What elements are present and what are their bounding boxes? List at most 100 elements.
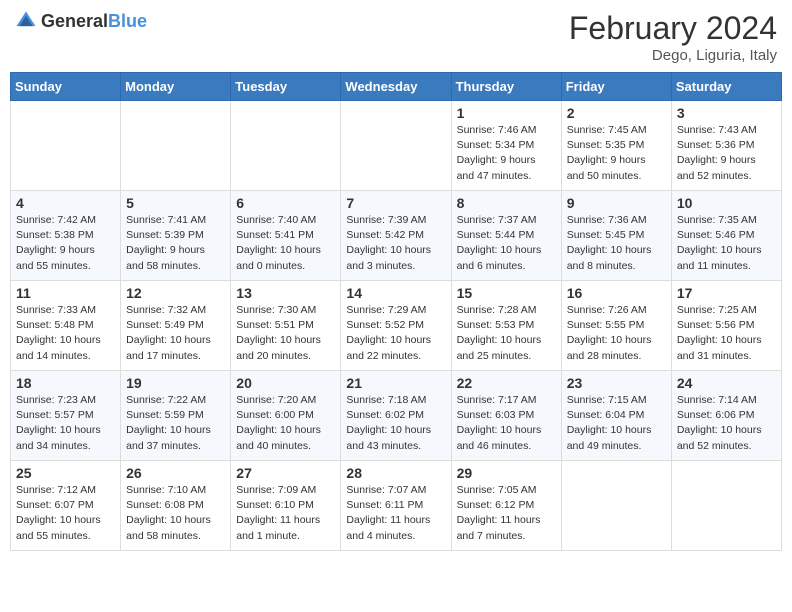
day-info: Sunrise: 7:23 AM Sunset: 5:57 PM Dayligh… <box>16 393 115 454</box>
day-number: 24 <box>677 375 776 391</box>
calendar-cell: 14 Sunrise: 7:29 AM Sunset: 5:52 PM Dayli… <box>341 281 451 371</box>
calendar-cell: 5 Sunrise: 7:41 AM Sunset: 5:39 PM Daylig… <box>121 191 231 281</box>
calendar-cell: 17 Sunrise: 7:25 AM Sunset: 5:56 PM Dayli… <box>671 281 781 371</box>
calendar-cell: 16 Sunrise: 7:26 AM Sunset: 5:55 PM Dayli… <box>561 281 671 371</box>
day-header-thursday: Thursday <box>451 73 561 101</box>
calendar-cell: 27 Sunrise: 7:09 AM Sunset: 6:10 PM Dayli… <box>231 461 341 551</box>
day-info: Sunrise: 7:39 AM Sunset: 5:42 PM Dayligh… <box>346 213 445 274</box>
day-number: 16 <box>567 285 666 301</box>
calendar-table: SundayMondayTuesdayWednesdayThursdayFrid… <box>10 72 782 551</box>
calendar-cell: 4Sunrise: 7:42 AM Sunset: 5:38 PM Daylig… <box>11 191 121 281</box>
calendar-cell: 15 Sunrise: 7:28 AM Sunset: 5:53 PM Dayli… <box>451 281 561 371</box>
day-number: 10 <box>677 195 776 211</box>
calendar-cell: 18 Sunrise: 7:23 AM Sunset: 5:57 PM Dayli… <box>11 371 121 461</box>
day-info: Sunrise: 7:25 AM Sunset: 5:56 PM Dayligh… <box>677 303 776 364</box>
day-number: 17 <box>677 285 776 301</box>
calendar-week-row: 11 Sunrise: 7:33 AM Sunset: 5:48 PM Dayli… <box>11 281 782 371</box>
calendar-cell: 8 Sunrise: 7:37 AM Sunset: 5:44 PM Daylig… <box>451 191 561 281</box>
day-number: 1 <box>457 105 556 121</box>
calendar-header-row: SundayMondayTuesdayWednesdayThursdayFrid… <box>11 73 782 101</box>
day-number: 8 <box>457 195 556 211</box>
day-info: Sunrise: 7:37 AM Sunset: 5:44 PM Dayligh… <box>457 213 556 274</box>
calendar-week-row: 4Sunrise: 7:42 AM Sunset: 5:38 PM Daylig… <box>11 191 782 281</box>
day-number: 20 <box>236 375 335 391</box>
day-number: 6 <box>236 195 335 211</box>
day-number: 26 <box>126 465 225 481</box>
calendar-cell: 24 Sunrise: 7:14 AM Sunset: 6:06 PM Dayli… <box>671 371 781 461</box>
calendar-cell: 21 Sunrise: 7:18 AM Sunset: 6:02 PM Dayli… <box>341 371 451 461</box>
day-number: 27 <box>236 465 335 481</box>
calendar-cell <box>671 461 781 551</box>
calendar-cell <box>561 461 671 551</box>
logo-text-general: General <box>41 11 108 31</box>
calendar-subtitle: Dego, Liguria, Italy <box>569 47 777 64</box>
calendar-week-row: 18 Sunrise: 7:23 AM Sunset: 5:57 PM Dayli… <box>11 371 782 461</box>
day-info: Sunrise: 7:28 AM Sunset: 5:53 PM Dayligh… <box>457 303 556 364</box>
day-info: Sunrise: 7:20 AM Sunset: 6:00 PM Dayligh… <box>236 393 335 454</box>
day-info: Sunrise: 7:40 AM Sunset: 5:41 PM Dayligh… <box>236 213 335 274</box>
calendar-cell: 29Sunrise: 7:05 AM Sunset: 6:12 PM Dayli… <box>451 461 561 551</box>
title-section: February 2024 Dego, Liguria, Italy <box>569 10 777 64</box>
calendar-cell <box>341 101 451 191</box>
day-info: Sunrise: 7:05 AM Sunset: 6:12 PM Dayligh… <box>457 483 556 544</box>
day-info: Sunrise: 7:14 AM Sunset: 6:06 PM Dayligh… <box>677 393 776 454</box>
day-info: Sunrise: 7:12 AM Sunset: 6:07 PM Dayligh… <box>16 483 115 544</box>
calendar-cell: 2Sunrise: 7:45 AM Sunset: 5:35 PM Daylig… <box>561 101 671 191</box>
day-number: 18 <box>16 375 115 391</box>
calendar-cell: 9 Sunrise: 7:36 AM Sunset: 5:45 PM Daylig… <box>561 191 671 281</box>
calendar-cell: 7Sunrise: 7:39 AM Sunset: 5:42 PM Daylig… <box>341 191 451 281</box>
day-number: 11 <box>16 285 115 301</box>
day-info: Sunrise: 7:09 AM Sunset: 6:10 PM Dayligh… <box>236 483 335 544</box>
day-number: 5 <box>126 195 225 211</box>
day-header-friday: Friday <box>561 73 671 101</box>
day-info: Sunrise: 7:36 AM Sunset: 5:45 PM Dayligh… <box>567 213 666 274</box>
day-number: 28 <box>346 465 445 481</box>
logo: GeneralBlue <box>15 10 147 32</box>
calendar-cell: 13 Sunrise: 7:30 AM Sunset: 5:51 PM Dayli… <box>231 281 341 371</box>
day-info: Sunrise: 7:30 AM Sunset: 5:51 PM Dayligh… <box>236 303 335 364</box>
day-info: Sunrise: 7:43 AM Sunset: 5:36 PM Dayligh… <box>677 123 776 184</box>
day-info: Sunrise: 7:46 AM Sunset: 5:34 PM Dayligh… <box>457 123 556 184</box>
day-info: Sunrise: 7:07 AM Sunset: 6:11 PM Dayligh… <box>346 483 445 544</box>
calendar-cell <box>11 101 121 191</box>
day-info: Sunrise: 7:18 AM Sunset: 6:02 PM Dayligh… <box>346 393 445 454</box>
calendar-cell: 19Sunrise: 7:22 AM Sunset: 5:59 PM Dayli… <box>121 371 231 461</box>
calendar-cell: 22Sunrise: 7:17 AM Sunset: 6:03 PM Dayli… <box>451 371 561 461</box>
logo-text-blue: Blue <box>108 11 147 31</box>
calendar-title: February 2024 <box>569 10 777 47</box>
page-header: GeneralBlue February 2024 Dego, Liguria,… <box>10 10 782 64</box>
calendar-week-row: 25 Sunrise: 7:12 AM Sunset: 6:07 PM Dayli… <box>11 461 782 551</box>
day-number: 4 <box>16 195 115 211</box>
day-number: 12 <box>126 285 225 301</box>
calendar-cell: 11 Sunrise: 7:33 AM Sunset: 5:48 PM Dayli… <box>11 281 121 371</box>
day-info: Sunrise: 7:41 AM Sunset: 5:39 PM Dayligh… <box>126 213 225 274</box>
day-number: 25 <box>16 465 115 481</box>
calendar-cell: 6 Sunrise: 7:40 AM Sunset: 5:41 PM Daylig… <box>231 191 341 281</box>
day-number: 9 <box>567 195 666 211</box>
calendar-cell: 10 Sunrise: 7:35 AM Sunset: 5:46 PM Dayli… <box>671 191 781 281</box>
day-header-tuesday: Tuesday <box>231 73 341 101</box>
calendar-cell: 25 Sunrise: 7:12 AM Sunset: 6:07 PM Dayli… <box>11 461 121 551</box>
day-number: 15 <box>457 285 556 301</box>
day-info: Sunrise: 7:26 AM Sunset: 5:55 PM Dayligh… <box>567 303 666 364</box>
day-info: Sunrise: 7:35 AM Sunset: 5:46 PM Dayligh… <box>677 213 776 274</box>
calendar-cell: 23Sunrise: 7:15 AM Sunset: 6:04 PM Dayli… <box>561 371 671 461</box>
calendar-cell: 26Sunrise: 7:10 AM Sunset: 6:08 PM Dayli… <box>121 461 231 551</box>
calendar-cell: 28 Sunrise: 7:07 AM Sunset: 6:11 PM Dayli… <box>341 461 451 551</box>
day-header-saturday: Saturday <box>671 73 781 101</box>
calendar-cell <box>231 101 341 191</box>
logo-icon <box>15 10 37 32</box>
day-info: Sunrise: 7:33 AM Sunset: 5:48 PM Dayligh… <box>16 303 115 364</box>
day-number: 2 <box>567 105 666 121</box>
day-info: Sunrise: 7:29 AM Sunset: 5:52 PM Dayligh… <box>346 303 445 364</box>
day-number: 23 <box>567 375 666 391</box>
day-header-monday: Monday <box>121 73 231 101</box>
calendar-week-row: 1 Sunrise: 7:46 AM Sunset: 5:34 PM Daylig… <box>11 101 782 191</box>
day-number: 13 <box>236 285 335 301</box>
calendar-cell <box>121 101 231 191</box>
calendar-cell: 20 Sunrise: 7:20 AM Sunset: 6:00 PM Dayli… <box>231 371 341 461</box>
day-number: 21 <box>346 375 445 391</box>
calendar-cell: 1 Sunrise: 7:46 AM Sunset: 5:34 PM Daylig… <box>451 101 561 191</box>
day-number: 14 <box>346 285 445 301</box>
calendar-cell: 12Sunrise: 7:32 AM Sunset: 5:49 PM Dayli… <box>121 281 231 371</box>
